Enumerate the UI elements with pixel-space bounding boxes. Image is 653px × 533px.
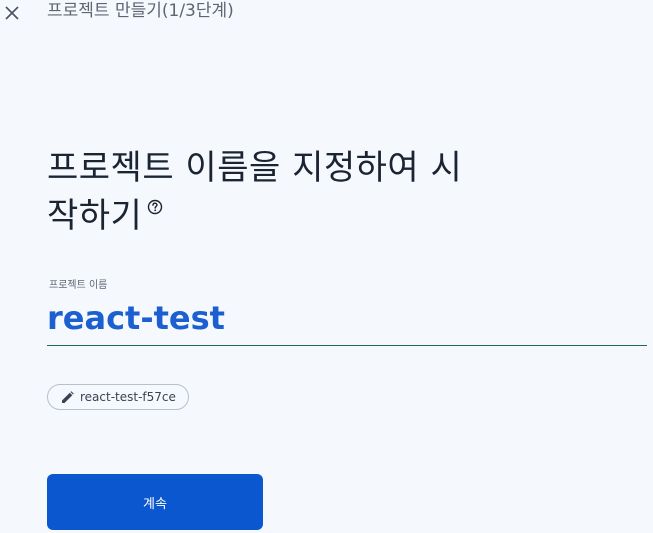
project-id-text: react-test-f57ce	[80, 390, 176, 404]
page-title: 프로젝트 만들기(1/3단계)	[47, 1, 234, 21]
project-name-input[interactable]	[47, 294, 647, 346]
continue-button[interactable]: 계속	[47, 474, 263, 530]
edit-pencil-icon	[60, 390, 74, 404]
project-name-label: 프로젝트 이름	[49, 280, 108, 291]
close-button[interactable]	[2, 4, 22, 24]
heading-line-1: 프로젝트 이름을 지정하여 시	[47, 148, 463, 188]
heading-line-2: 작하기	[47, 196, 143, 236]
help-circle-icon[interactable]	[146, 198, 164, 216]
main-heading: 프로젝트 이름을 지정하여 시 작하기	[47, 144, 527, 240]
project-id-chip[interactable]: react-test-f57ce	[47, 384, 189, 410]
create-project-page: 프로젝트 만들기(1/3단계) 프로젝트 이름을 지정하여 시 작하기 프로젝트…	[0, 0, 653, 533]
close-icon	[5, 5, 19, 24]
